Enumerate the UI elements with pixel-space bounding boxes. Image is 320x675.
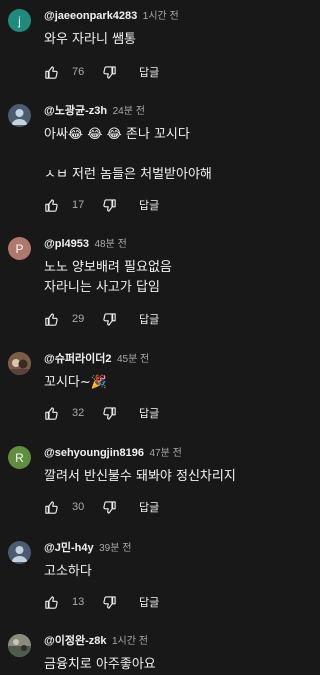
comment-actions: 76 답글 <box>44 63 159 81</box>
profile-photo-icon <box>8 352 31 375</box>
comment-text: 금융치로 아주좋아요 <box>44 655 156 675</box>
comment-header: @슈퍼라이더2 45분 전 <box>44 352 149 367</box>
author-name[interactable]: @pl4953 <box>44 238 89 250</box>
avatar[interactable] <box>8 104 31 127</box>
author-name[interactable]: @J민-h4y <box>44 542 94 554</box>
comment-time[interactable]: 1시간 전 <box>143 11 179 22</box>
comment-time[interactable]: 1시간 전 <box>112 636 148 647</box>
avatar[interactable]: j <box>8 9 31 32</box>
comment-time[interactable]: 39분 전 <box>99 543 131 554</box>
comment-item: @이정완-z8k 1시간 전 금융치로 아주좋아요 <box>0 634 269 673</box>
like-count: 13 <box>72 596 85 608</box>
comment-time[interactable]: 47분 전 <box>149 448 181 459</box>
comment-line <box>44 145 212 165</box>
profile-photo-icon <box>8 634 31 657</box>
comment-actions: 30 답글 <box>44 498 159 516</box>
comment-item: P @pl4953 48분 전 노노 양보배려 필요없음 자라니는 사고가 답임… <box>0 237 269 329</box>
comment-item: R @sehyoungjin8196 47분 전 깔려서 반신불수 돼봐야 정신… <box>0 446 269 521</box>
comment-line: 금융치로 아주좋아요 <box>44 657 156 672</box>
comment-line: 깔려서 반신불수 돼봐야 정신차리지 <box>44 469 236 484</box>
comment-time[interactable]: 48분 전 <box>94 239 126 250</box>
comment-text: 깔려서 반신불수 돼봐야 정신차리지 <box>44 467 236 487</box>
author-name[interactable]: @sehyoungjin8196 <box>44 447 144 459</box>
author-name[interactable]: @이정완-z8k <box>44 635 106 647</box>
default-avatar-icon <box>11 546 28 562</box>
thumb-down-icon[interactable] <box>102 595 117 610</box>
author-name[interactable]: @jaeeonpark4283 <box>44 10 137 22</box>
comment-line: 노노 양보배려 필요없음 <box>44 260 172 275</box>
reply-button[interactable]: 답글 <box>139 64 159 80</box>
comment-header: @노광균-z3h 24분 전 <box>44 104 145 119</box>
thumb-down-icon[interactable] <box>102 406 117 421</box>
thumb-up-icon[interactable] <box>44 198 59 213</box>
reply-button[interactable]: 답글 <box>139 499 159 515</box>
avatar[interactable]: P <box>8 237 31 260</box>
comment-actions: 17 답글 <box>44 196 159 214</box>
like-count: 29 <box>72 313 85 325</box>
comment-header: @이정완-z8k 1시간 전 <box>44 634 148 649</box>
comment-item: @J민-h4y 39분 전 고소하다 13 답글 <box>0 541 269 616</box>
comment-line: 꼬시다~🎉 <box>44 375 107 390</box>
comment-actions: 29 답글 <box>44 310 159 328</box>
author-name[interactable]: @노광균-z3h <box>44 105 107 117</box>
comment-item: @슈퍼라이더2 45분 전 꼬시다~🎉 32 답글 <box>0 352 269 427</box>
comment-text: 노노 양보배려 필요없음 자라니는 사고가 답임 <box>44 258 172 298</box>
reply-button[interactable]: 답글 <box>139 311 159 327</box>
comment-actions: 32 답글 <box>44 404 159 422</box>
like-count: 32 <box>72 407 85 419</box>
comment-item: @노광균-z3h 24분 전 아싸😂 😂 😂 존나 꼬시다 ㅅㅂ 저런 놈들은 … <box>0 104 269 216</box>
comment-header: @jaeeonpark4283 1시간 전 <box>44 9 179 24</box>
default-avatar-icon <box>11 109 28 125</box>
thumb-up-icon[interactable] <box>44 312 59 327</box>
avatar[interactable] <box>8 634 31 657</box>
comment-header: @sehyoungjin8196 47분 전 <box>44 446 182 461</box>
comment-actions: 13 답글 <box>44 593 159 611</box>
avatar[interactable] <box>8 541 31 564</box>
like-count: 30 <box>72 501 85 513</box>
reply-button[interactable]: 답글 <box>139 197 159 213</box>
comment-item: j @jaeeonpark4283 1시간 전 와우 자라니 쌤통 76 답글 <box>0 9 269 89</box>
author-name[interactable]: @슈퍼라이더2 <box>44 353 111 365</box>
comment-line: 아싸😂 😂 😂 존나 꼬시다 <box>44 127 190 142</box>
comment-time[interactable]: 45분 전 <box>117 354 149 365</box>
comment-text: 아싸😂 😂 😂 존나 꼬시다 ㅅㅂ 저런 놈들은 처벌받아야해 <box>44 125 212 185</box>
like-count: 17 <box>72 199 85 211</box>
thumb-up-icon[interactable] <box>44 595 59 610</box>
thumb-down-icon[interactable] <box>102 65 117 80</box>
comment-text: 꼬시다~🎉 <box>44 373 107 393</box>
comment-header: @pl4953 48분 전 <box>44 237 127 252</box>
thumb-up-icon[interactable] <box>44 406 59 421</box>
comment-line: 와우 자라니 쌤통 <box>44 32 136 47</box>
thumb-up-icon[interactable] <box>44 65 59 80</box>
comment-line: ㅅㅂ 저런 놈들은 처벌받아야해 <box>44 167 212 182</box>
comment-line: 고소하다 <box>44 564 92 579</box>
thumb-down-icon[interactable] <box>102 198 117 213</box>
comment-header: @J민-h4y 39분 전 <box>44 541 131 556</box>
comment-line: 자라니는 사고가 답임 <box>44 280 160 295</box>
comment-list: j @jaeeonpark4283 1시간 전 와우 자라니 쌤통 76 답글 … <box>0 0 269 673</box>
reply-button[interactable]: 답글 <box>139 405 159 421</box>
like-count: 76 <box>72 66 85 78</box>
avatar[interactable]: R <box>8 446 31 469</box>
thumb-down-icon[interactable] <box>102 312 117 327</box>
reply-button[interactable]: 답글 <box>139 594 159 610</box>
comment-time[interactable]: 24분 전 <box>113 106 145 117</box>
avatar[interactable] <box>8 352 31 375</box>
thumb-up-icon[interactable] <box>44 500 59 515</box>
comment-text: 고소하다 <box>44 562 92 582</box>
thumb-down-icon[interactable] <box>102 500 117 515</box>
comment-text: 와우 자라니 쌤통 <box>44 30 136 50</box>
